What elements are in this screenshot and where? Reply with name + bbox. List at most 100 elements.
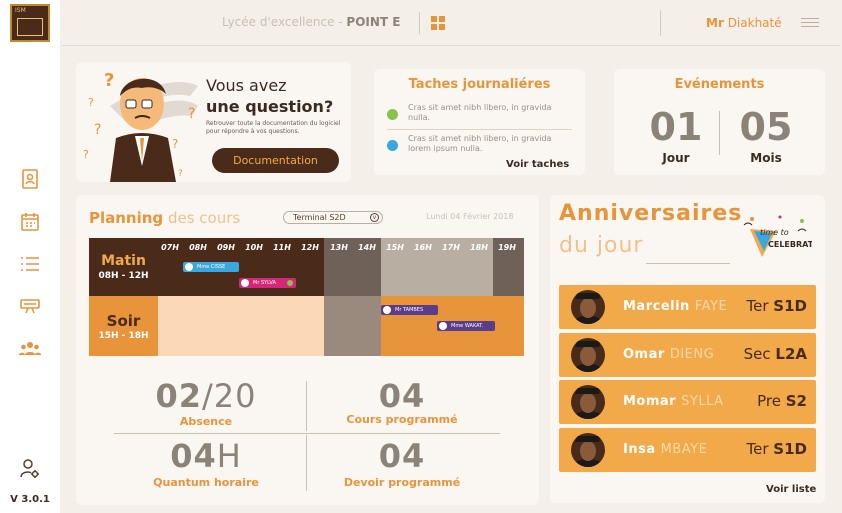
hour-label: 11H — [273, 243, 291, 252]
task-status-dot — [387, 140, 398, 151]
school-name: Lycée d'excellence - POINT E — [222, 15, 401, 29]
birthday-person-class: Sec L2A — [744, 345, 807, 363]
header-divider — [660, 10, 661, 36]
svg-text:?: ? — [94, 122, 101, 138]
class-select[interactable]: Terminal S2D v — [283, 211, 383, 224]
last-name: FAYE — [694, 299, 728, 314]
svg-text:?: ? — [172, 137, 178, 151]
birthday-person-name: Marcelin FAYE — [623, 299, 727, 314]
birthday-person-name: Insa MBAYE — [623, 442, 707, 457]
hour-label: 10H — [245, 243, 263, 252]
birthday-person-class: Ter S1D — [747, 440, 808, 458]
row-evening-range: 15H - 18H — [98, 331, 149, 341]
svg-text:?: ? — [178, 169, 183, 179]
course-teacher: Mme WAKAT. — [451, 323, 484, 329]
birthday-row[interactable]: Marcelin FAYE Ter S1D — [559, 285, 816, 329]
hour-label: 14H — [358, 243, 376, 252]
planning-title-bold: Planning — [89, 209, 164, 227]
user-prefix: Mr — [706, 16, 724, 30]
class-name: S1D — [773, 297, 807, 315]
svg-text:?: ? — [104, 70, 114, 91]
class-level: Ter — [746, 440, 769, 458]
birthday-row[interactable]: Momar SYLLA Pre S2 — [559, 380, 816, 424]
class-level: Pre — [757, 392, 781, 410]
class-level: Sec — [743, 345, 771, 363]
avatar — [571, 385, 605, 419]
svg-text:?: ? — [83, 148, 89, 161]
quantum-suffix: H — [216, 437, 242, 475]
user-settings-icon[interactable] — [18, 458, 42, 480]
courses-count: 04 — [378, 377, 426, 415]
class-name: S2 — [785, 392, 807, 410]
planning-title: Planning des cours — [89, 209, 240, 227]
birthday-row[interactable]: Omar DIENG Sec L2A — [559, 333, 816, 377]
course-teacher: Mme CISSE — [197, 264, 226, 270]
task-divider — [387, 129, 572, 130]
help-description: Retrouver toute la documentation du logi… — [206, 120, 341, 135]
documentation-button[interactable]: Documentation — [212, 148, 339, 173]
school-name-bold: POINT E — [346, 15, 401, 29]
nav-student-card-icon[interactable] — [18, 168, 42, 190]
course-teacher: Mr SYLVA — [253, 280, 276, 286]
thinking-character-icon: ? ? ? ? ? ? ? — [83, 70, 198, 182]
stats-divider — [114, 433, 500, 434]
homework-count: 04 — [378, 437, 426, 475]
class-select-value: Terminal S2D — [293, 213, 346, 222]
header-divider — [419, 12, 420, 34]
row-evening-name: Soir — [106, 312, 141, 330]
birthday-row[interactable]: Insa MBAYE Ter S1D — [559, 428, 816, 472]
hour-label: 08H — [189, 243, 207, 252]
task-text: Cras sit amet nibh libero, in gravida nu… — [408, 103, 552, 122]
course-event[interactable]: Mme WAKAT. — [437, 321, 495, 331]
first-name: Insa — [623, 442, 656, 457]
help-title-line1: Vous avez — [206, 76, 287, 95]
top-header: Lycée d'excellence - POINT E Mr Diakhaté — [62, 0, 840, 46]
nav-group-icon[interactable] — [18, 338, 42, 360]
hamburger-menu-icon[interactable] — [801, 18, 819, 28]
events-title: Evénements — [674, 77, 765, 92]
see-tasks-link[interactable]: Voir taches — [506, 159, 569, 170]
user-last-name: Diakhaté — [727, 16, 782, 30]
apps-grid-icon[interactable] — [431, 16, 445, 30]
planning-title-light: des cours — [167, 209, 241, 227]
daily-tasks-card: Taches journaliéres Cras sit amet nibh l… — [374, 69, 585, 175]
logo-building-icon — [17, 18, 43, 36]
nav-diploma-icon[interactable] — [18, 295, 42, 317]
birthdays-card: Anniversaires du jour time to CELEBRATE!… — [550, 195, 825, 503]
app-logo[interactable]: ISM — [10, 4, 50, 42]
help-title-line2: une question? — [206, 97, 334, 116]
hour-label: 07H — [161, 243, 179, 252]
quantum-value: 04H — [111, 437, 301, 475]
avatar — [571, 290, 605, 324]
badge-line1: time to — [760, 228, 789, 237]
hour-label: 17H — [442, 243, 460, 252]
course-event[interactable]: Mr TAMBES — [381, 305, 438, 315]
teacher-avatar — [383, 306, 391, 314]
nav-list-icon[interactable] — [18, 253, 42, 275]
hour-label: 16H — [414, 243, 432, 252]
title-underline — [646, 263, 730, 264]
logo-text: ISM — [15, 7, 26, 14]
row-morning-name: Matin — [101, 253, 146, 269]
see-list-link[interactable]: Voir liste — [766, 484, 816, 495]
course-event[interactable]: Mme CISSE — [183, 262, 239, 272]
teacher-avatar — [439, 322, 447, 330]
avatar — [571, 433, 605, 467]
user-name[interactable]: Mr Diakhaté — [706, 16, 782, 30]
status-dot — [287, 280, 293, 286]
schedule-grid: 07H 08H 09H 10H 11H 12H 13H 14H 15H 16H … — [89, 238, 524, 356]
planning-card: Planning des cours Terminal S2D v Lundi … — [76, 195, 539, 505]
task-text: Cras sit amet nibh libero, in gravida lo… — [408, 134, 552, 153]
events-day-label: Jour — [662, 151, 690, 165]
school-name-prefix: Lycée d'excellence - — [222, 15, 347, 29]
birthday-person-name: Momar SYLLA — [623, 394, 724, 409]
nav-calendar-icon[interactable] — [18, 211, 42, 233]
course-event[interactable]: Mr SYLVA — [239, 278, 296, 288]
first-name: Omar — [623, 347, 665, 362]
row-morning-range: 08H - 12H — [98, 271, 149, 281]
task-status-dot — [387, 109, 398, 120]
break-slot — [324, 296, 381, 356]
birthdays-subtitle: du jour — [559, 233, 644, 258]
last-name: MBAYE — [660, 442, 708, 457]
help-card: ? ? ? ? ? ? ? Vous avez une question? Re… — [76, 62, 351, 182]
